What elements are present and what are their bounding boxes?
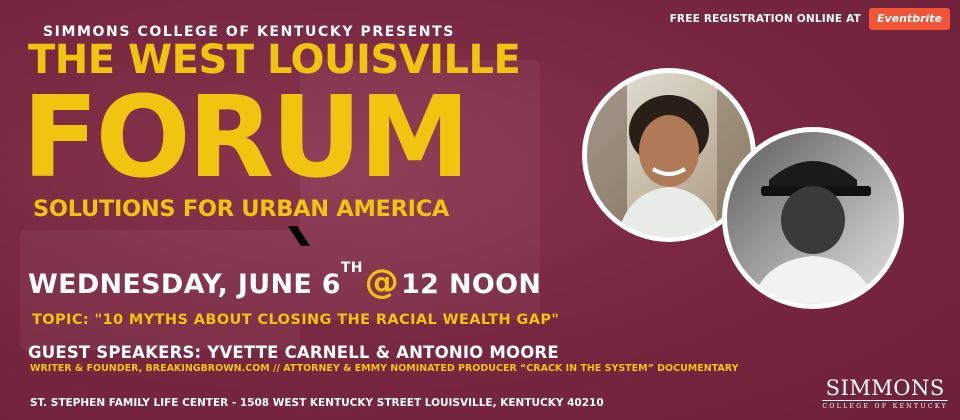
accent-mark-icon	[288, 226, 310, 246]
eventbrite-logo-icon[interactable]: Eventbrite	[868, 8, 950, 30]
logo-main-text: SIMMONS	[825, 376, 945, 400]
title-forum: FORUM	[22, 73, 470, 203]
event-banner: FREE REGISTRATION ONLINE AT Eventbrite S…	[0, 0, 960, 420]
event-location: ST. STEPHEN FAMILY LIFE CENTER - 1508 WE…	[30, 397, 604, 409]
registration-info: FREE REGISTRATION ONLINE AT Eventbrite	[670, 8, 950, 30]
at-symbol: @	[364, 262, 400, 302]
title-subtitle: SOLUTIONS FOR URBAN AMERICA	[33, 196, 450, 222]
event-date-suffix: TH	[340, 260, 363, 276]
speaker-portrait-2	[751, 161, 875, 304]
logo-sub-text: COLLEGE OF KENTUCKY	[822, 400, 948, 410]
speaker-credits: WRITER & FOUNDER, BREAKINGBROWN.COM // A…	[30, 363, 739, 374]
guest-speakers: GUEST SPEAKERS: YVETTE CARNELL & ANTONIO…	[28, 343, 559, 362]
event-time: 12 NOON	[401, 269, 542, 300]
event-topic: TOPIC: "10 MYTHS ABOUT CLOSING THE RACIA…	[32, 312, 560, 328]
event-date: WEDNESDAY, JUNE 6TH@12 NOON	[28, 261, 542, 302]
registration-label: FREE REGISTRATION ONLINE AT	[669, 13, 861, 25]
speaker-photo-man-icon	[722, 127, 904, 309]
event-date-text: WEDNESDAY, JUNE 6	[28, 269, 341, 300]
simmons-college-logo: SIMMONS COLLEGE OF KENTUCKY	[822, 378, 948, 410]
